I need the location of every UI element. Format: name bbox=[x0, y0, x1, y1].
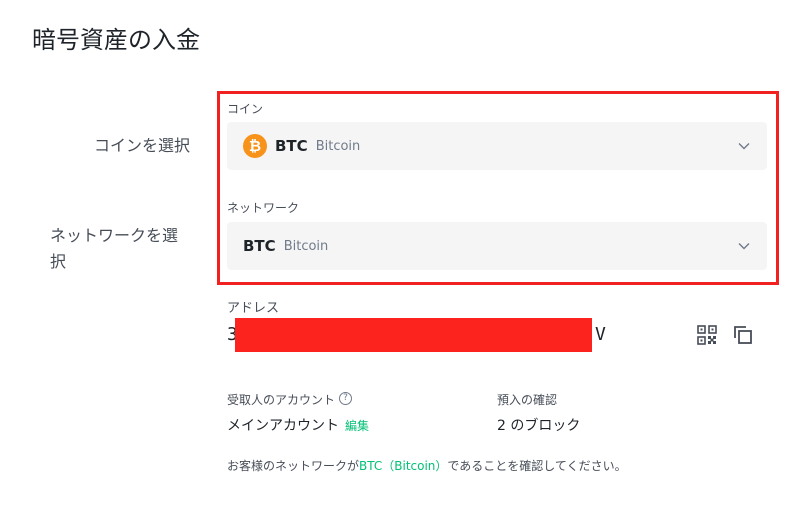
page-title: 暗号資産の入金 bbox=[32, 26, 200, 54]
notice-suffix: であることを確認してください。 bbox=[447, 459, 627, 473]
notice-network: BTC（Bitcoin） bbox=[359, 459, 448, 473]
network-select[interactable]: BTC Bitcoin bbox=[227, 222, 767, 270]
edit-account-link[interactable]: 編集 bbox=[345, 417, 369, 434]
coin-symbol: BTC bbox=[275, 137, 308, 155]
chevron-down-icon bbox=[737, 239, 751, 253]
coin-field-label: コイン bbox=[227, 102, 264, 116]
deposit-confirmation-label: 預入の確認 bbox=[497, 393, 558, 407]
deposit-address: 3 V bbox=[227, 318, 607, 352]
bitcoin-icon: ₿ bbox=[243, 134, 267, 158]
network-field-label: ネットワーク bbox=[227, 201, 300, 215]
select-coin-label: コインを選択 bbox=[93, 136, 190, 155]
help-icon[interactable]: ? bbox=[339, 392, 352, 405]
copy-icon[interactable] bbox=[733, 325, 753, 345]
network-symbol: BTC bbox=[243, 237, 276, 255]
network-notice: お客様のネットワークがBTC（Bitcoin）であることを確認してください。 bbox=[227, 457, 627, 474]
deposit-confirmation-value: 2 のブロック bbox=[497, 418, 581, 434]
coin-name: Bitcoin bbox=[315, 138, 361, 154]
address-redaction bbox=[235, 318, 592, 352]
network-name: Bitcoin bbox=[283, 238, 329, 254]
chevron-down-icon bbox=[737, 139, 751, 153]
address-label: アドレス bbox=[227, 301, 280, 316]
notice-prefix: お客様のネットワークが bbox=[227, 459, 360, 473]
recipient-account-value: メインアカウント bbox=[227, 418, 339, 434]
qr-code-icon[interactable] bbox=[697, 325, 717, 345]
select-network-label: ネットワークを選択 bbox=[50, 226, 179, 271]
recipient-account-label: 受取人のアカウント bbox=[227, 393, 336, 407]
coin-select[interactable]: ₿ BTC Bitcoin bbox=[227, 122, 767, 170]
address-end: V bbox=[595, 324, 606, 345]
